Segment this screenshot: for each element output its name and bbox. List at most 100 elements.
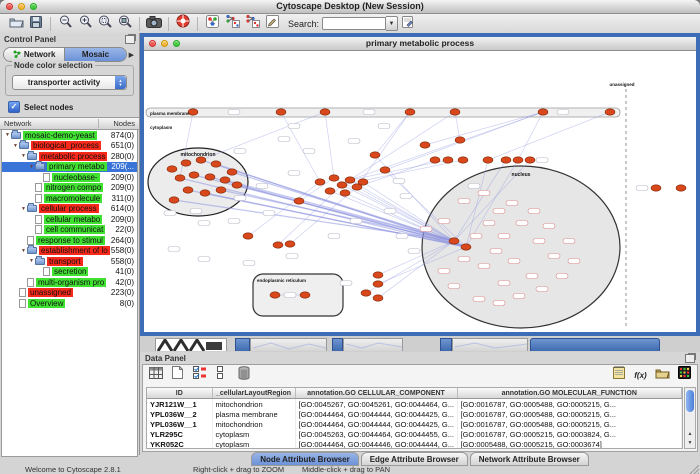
column-header[interactable]: annotation.GO MOLECULAR_FUNCTION [457, 388, 682, 399]
tree-row[interactable]: ▼cellular process614(0) [2, 204, 137, 215]
tree-expand-icon[interactable]: ▼ [20, 248, 27, 254]
graph-node[interactable] [169, 197, 179, 203]
graph-node[interactable] [216, 187, 226, 193]
graph-node[interactable] [276, 109, 286, 115]
import-network-button[interactable] [222, 15, 242, 32]
column-header[interactable]: ID [147, 388, 212, 399]
tree-row[interactable]: cell communicat22(0) [2, 225, 137, 236]
graph-node[interactable] [220, 177, 230, 183]
graph-node[interactable] [605, 109, 615, 115]
tree-expand-icon[interactable]: ▼ [20, 153, 27, 159]
graph-node[interactable] [430, 157, 440, 163]
graph-node[interactable] [189, 172, 199, 178]
graph-node[interactable] [373, 295, 383, 301]
search-input[interactable] [322, 17, 386, 30]
graph-node[interactable] [205, 174, 215, 180]
table-row[interactable]: YKR052Ccytoplasm[GO:0044464, GO:0044446,… [147, 439, 682, 449]
tree-row[interactable]: nucleobase-209(0) [2, 172, 137, 183]
select-nodes-checkbox[interactable]: ✓ [8, 101, 20, 113]
graph-node[interactable] [211, 161, 221, 167]
scroll-up-icon[interactable]: ▲ [685, 430, 695, 439]
tree-expand-icon[interactable]: ▼ [20, 206, 27, 212]
graph-node[interactable] [167, 166, 177, 172]
graph-node[interactable] [200, 190, 210, 196]
search-dropdown-arrow[interactable]: ▼ [386, 16, 398, 31]
tab-overflow-arrow[interactable]: ▶ [127, 51, 136, 59]
search-options-button[interactable] [398, 15, 418, 32]
minimized-window[interactable] [250, 338, 327, 351]
float-panel-icon[interactable] [125, 35, 135, 44]
tree-header-network[interactable]: Network [0, 119, 99, 128]
minimized-window-edge[interactable] [235, 338, 250, 351]
graph-node[interactable] [325, 188, 335, 194]
node-color-dropdown[interactable]: transporter activity ▲▼ [12, 75, 127, 90]
tree-row[interactable]: secretion41(0) [2, 267, 137, 278]
tree-row[interactable]: ▼establishment of lo558(0) [2, 246, 137, 257]
graph-node[interactable] [273, 242, 283, 248]
graph-node[interactable] [361, 290, 371, 296]
graph-node[interactable] [270, 292, 280, 298]
matrix-view-button[interactable] [676, 368, 693, 383]
minimized-window-titlebar[interactable] [530, 338, 660, 351]
graph-node[interactable] [337, 182, 347, 188]
save-session-button[interactable] [26, 15, 46, 32]
tree-expand-icon[interactable]: ▼ [12, 143, 19, 149]
attribute-table-button[interactable] [147, 368, 164, 383]
table-row[interactable]: YPL036W__1mitochondrion[GO:0044464, GO:0… [147, 419, 682, 429]
graph-node[interactable] [501, 157, 511, 163]
import-attribute-file-button[interactable] [654, 368, 671, 383]
annotation-button[interactable] [262, 15, 282, 32]
graph-node[interactable] [373, 272, 383, 278]
help-button[interactable] [173, 15, 193, 32]
tree-row[interactable]: ▼metabolic process280(0) [2, 151, 137, 162]
graph-node[interactable] [345, 177, 355, 183]
tree-row[interactable]: ▼transport558(0) [2, 256, 137, 267]
minimized-window[interactable] [343, 338, 403, 351]
tree-row[interactable]: response to stimul264(0) [2, 235, 137, 246]
graph-node[interactable] [483, 157, 493, 163]
tree-row[interactable]: ▼primary metabo209(... [2, 162, 137, 173]
graph-node[interactable] [461, 244, 471, 250]
graph-node[interactable] [373, 281, 383, 287]
vizmapper-button[interactable] [202, 15, 222, 32]
zoom-selected-button[interactable] [115, 15, 135, 32]
network-canvas[interactable]: plasma membranecytoplasmmitochondrionnuc… [144, 51, 696, 332]
scrollbar-thumb[interactable] [686, 390, 694, 412]
graph-node[interactable] [651, 185, 661, 191]
tree-row[interactable]: ▼mosaic-demo-yeast874(0) [2, 130, 137, 141]
graph-node[interactable] [450, 109, 460, 115]
graph-node[interactable] [315, 179, 325, 185]
graph-node[interactable] [455, 137, 465, 143]
new-attribute-button[interactable] [169, 368, 186, 383]
zoom-in-button[interactable] [75, 15, 95, 32]
unselect-attributes-button[interactable] [213, 368, 230, 383]
network-window-titlebar[interactable]: primary metabolic process [144, 37, 696, 51]
graph-node[interactable] [676, 185, 686, 191]
tree-expand-icon[interactable]: ▼ [28, 258, 35, 264]
open-session-button[interactable] [6, 15, 26, 32]
tab-mosaic[interactable]: Mosaic [64, 48, 125, 61]
function-builder-button[interactable]: f(x) [632, 368, 649, 383]
attribute-editor-button[interactable] [610, 368, 627, 383]
tree-expand-icon[interactable]: ▼ [4, 132, 11, 138]
zoom-out-button[interactable] [55, 15, 75, 32]
minimized-window-edge[interactable] [440, 338, 452, 351]
tab-network[interactable]: Network [4, 48, 64, 61]
tree-row[interactable]: unassigned223(0) [2, 288, 137, 299]
graph-node[interactable] [243, 233, 253, 239]
graph-node[interactable] [183, 187, 193, 193]
scroll-down-icon[interactable]: ▼ [685, 439, 695, 448]
graph-node[interactable] [449, 238, 459, 244]
graph-node[interactable] [380, 167, 390, 173]
minimized-window[interactable] [155, 338, 227, 351]
graph-node[interactable] [232, 182, 242, 188]
table-scrollbar[interactable]: ▲ ▼ [684, 387, 696, 449]
delete-attribute-button[interactable] [235, 368, 252, 383]
graph-node[interactable] [538, 109, 548, 115]
tree-row[interactable]: Overview8(0) [2, 298, 137, 309]
graph-node[interactable] [358, 179, 368, 185]
graph-node[interactable] [443, 157, 453, 163]
table-row[interactable]: YLR295Ccytoplasm[GO:0045263, GO:0044464,… [147, 429, 682, 439]
graph-node[interactable] [285, 241, 295, 247]
graph-node[interactable] [320, 109, 330, 115]
